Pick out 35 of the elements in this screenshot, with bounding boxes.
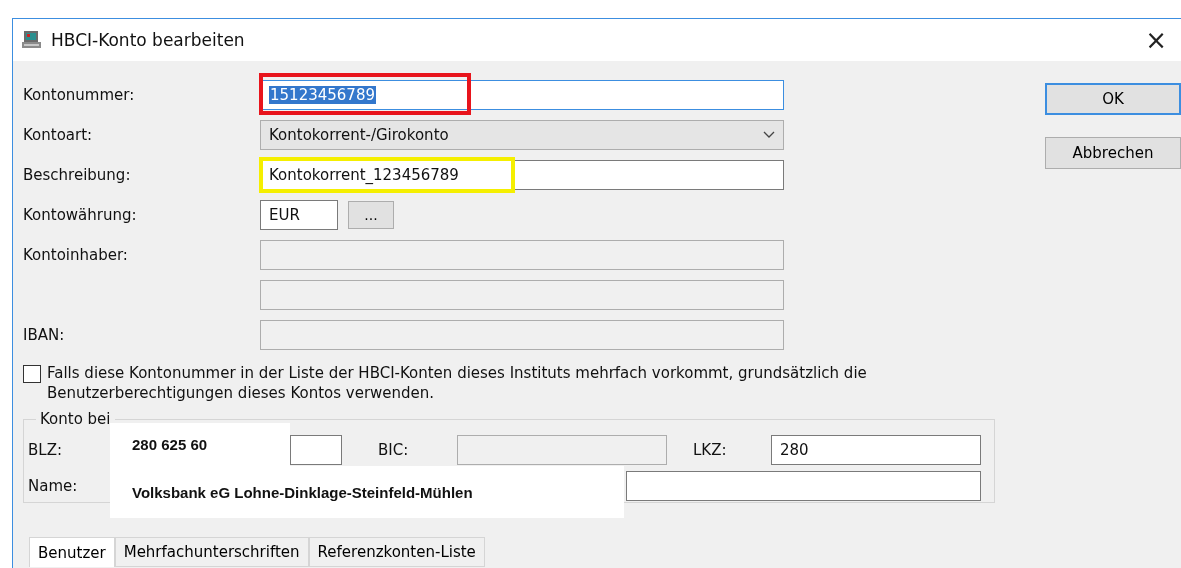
tab[interactable]: Referenzkonten-Liste (308, 537, 485, 567)
overlay-note: Volksbank eG Lohne-Dinklage-Steinfeld-Mühlen (110, 466, 624, 518)
dropdown[interactable]: Kontokorrent-/Girokonto (260, 120, 784, 150)
dialog-button[interactable]: Abbrechen (1045, 137, 1181, 169)
input-field[interactable] (260, 280, 784, 310)
input-field[interactable]: Kontokorrent_123456789 (260, 160, 784, 190)
input-field[interactable] (290, 435, 342, 465)
input-field[interactable] (626, 471, 981, 501)
chevron-down-icon (763, 131, 775, 139)
field-label: BIC: (378, 441, 410, 459)
field-label: LKZ: (693, 441, 728, 459)
tab[interactable]: Mehrfachunterschriften (114, 537, 309, 567)
field-label: Kontoart: (23, 126, 94, 144)
dialog-button[interactable]: OK (1045, 83, 1181, 115)
browse-button[interactable]: ... (348, 201, 394, 229)
input-field[interactable] (260, 320, 784, 350)
input-field[interactable]: EUR (260, 200, 338, 230)
field-label: BLZ: (28, 441, 63, 459)
field-label: Kontoinhaber: (23, 246, 129, 264)
field-label: IBAN: (23, 326, 66, 344)
input-field[interactable]: 280 (771, 435, 981, 465)
overlay-note: 280 625 60 (110, 423, 290, 466)
field-label: Kontowährung: (23, 206, 138, 224)
field-label: Beschreibung: (23, 166, 132, 184)
checkbox-label: Falls diese Kontonummer in der Liste der HBCI-Konten dieses Instituts mehrfach vorkommt, grundsätzlich die Benutzerberechtigungen dieses Kontos verwenden. (47, 363, 868, 403)
checkbox[interactable] (23, 365, 41, 383)
window-title: HBCI-Konto bearbeiten (51, 30, 245, 50)
field-label: Name: (28, 477, 78, 495)
close-button[interactable]: × (1139, 25, 1173, 55)
computer-icon (21, 30, 43, 50)
field-label: Kontonummer: (23, 86, 136, 104)
tab[interactable]: Benutzer (29, 537, 115, 567)
input-field[interactable] (260, 240, 784, 270)
input-field[interactable]: 15123456789 (260, 80, 784, 110)
input-field[interactable] (457, 435, 667, 465)
